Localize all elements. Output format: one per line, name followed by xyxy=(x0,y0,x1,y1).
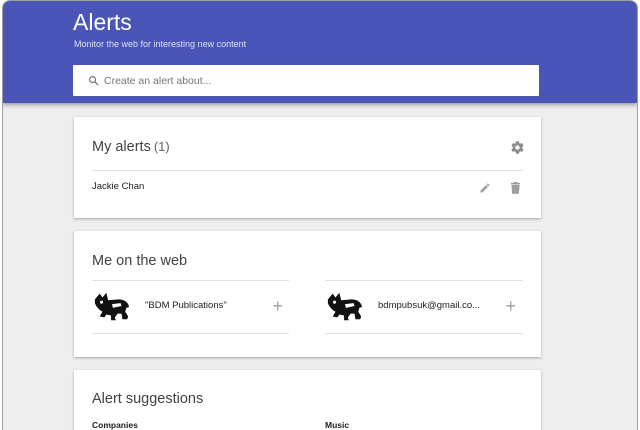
me-on-web-card: Me on the web "BDM Publications" + bdmpu… xyxy=(74,231,541,357)
suggestion-category-companies: Companies xyxy=(92,420,138,430)
alert-suggestions-card: Alert suggestions Companies Music xyxy=(74,370,541,430)
trash-icon[interactable] xyxy=(510,181,521,194)
plus-icon[interactable]: + xyxy=(505,297,516,315)
dog-avatar-icon xyxy=(327,292,363,321)
search-input[interactable] xyxy=(104,74,504,87)
gear-icon[interactable] xyxy=(510,140,525,155)
my-alerts-title: My alerts xyxy=(92,139,151,155)
divider xyxy=(92,333,289,334)
page-subtitle: Monitor the web for interesting new cont… xyxy=(74,39,247,49)
dog-avatar-icon xyxy=(94,292,130,321)
search-icon xyxy=(89,76,99,86)
alert-suggestions-title: Alert suggestions xyxy=(92,391,204,407)
suggestion-category-music: Music xyxy=(325,420,350,430)
page-title: Alerts xyxy=(73,9,132,35)
app-header: Alerts Monitor the web for interesting n… xyxy=(3,1,637,103)
plus-icon[interactable]: + xyxy=(272,297,283,315)
me-on-web-title: Me on the web xyxy=(92,253,188,269)
me-item-label: "BDM Publications" xyxy=(145,300,227,311)
me-item-email[interactable]: bdmpubsuk@gmail.co... + xyxy=(325,280,522,334)
browser-frame: Alerts Monitor the web for interesting n… xyxy=(2,0,638,430)
my-alerts-heading: My alerts (1) xyxy=(92,139,170,155)
alert-item[interactable]: Jackie Chan xyxy=(92,171,523,203)
search-bar[interactable] xyxy=(73,65,539,96)
me-item-publications[interactable]: "BDM Publications" + xyxy=(92,280,289,334)
my-alerts-card: My alerts (1) Jackie Chan xyxy=(74,117,541,218)
pencil-icon[interactable] xyxy=(479,182,491,194)
divider xyxy=(325,333,523,334)
me-item-label: bdmpubsuk@gmail.co... xyxy=(378,300,481,311)
alerts-count: (1) xyxy=(153,139,170,154)
alert-item-label: Jackie Chan xyxy=(92,181,145,192)
